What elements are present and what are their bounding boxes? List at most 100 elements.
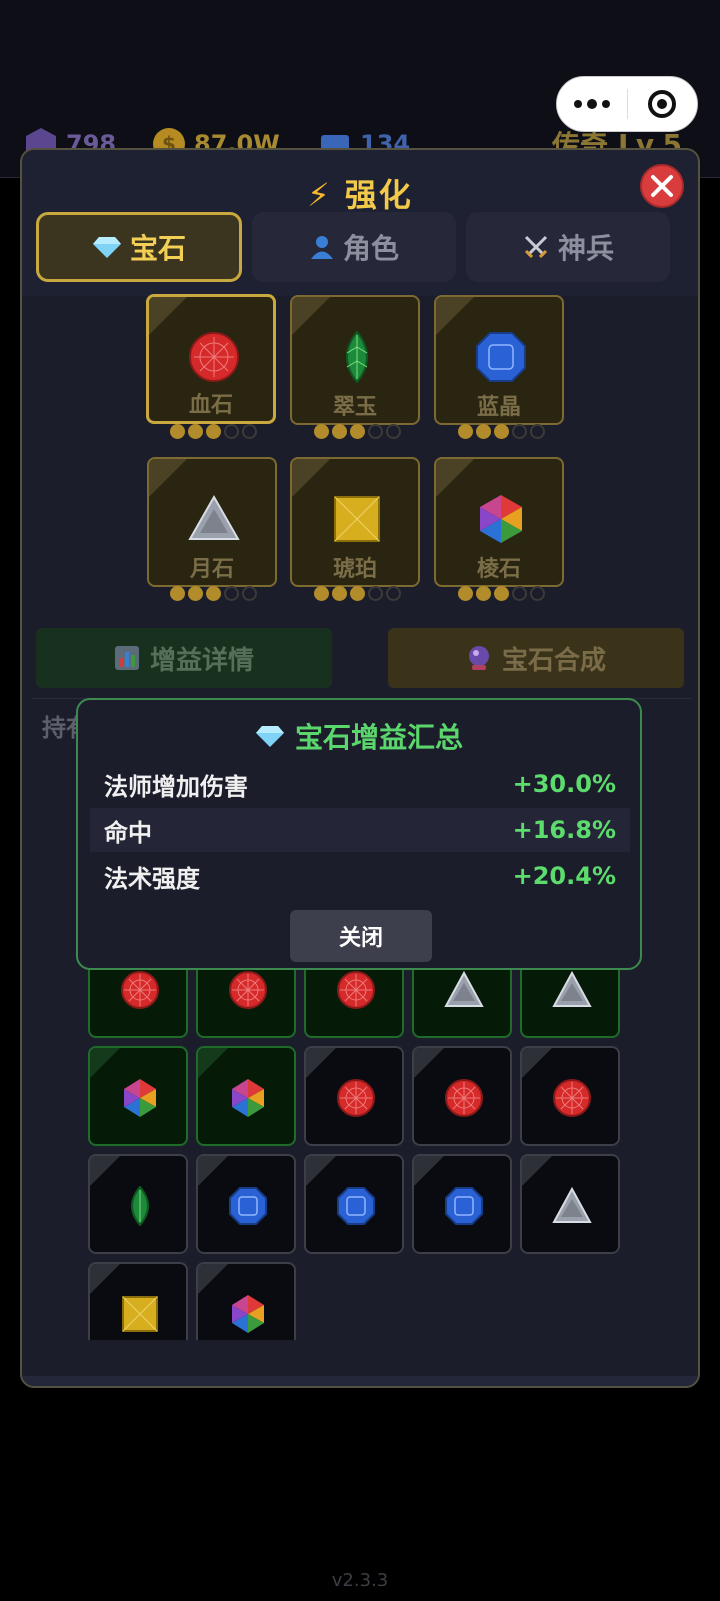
gem-name: 血石 bbox=[188, 393, 233, 418]
prism-icon bbox=[480, 495, 522, 543]
inventory-gem-slot[interactable] bbox=[196, 1046, 296, 1146]
jade-icon bbox=[131, 1186, 149, 1226]
blood-stone-icon bbox=[189, 332, 239, 382]
buff-details-button[interactable]: 增益详情 bbox=[36, 628, 332, 688]
gem-card-amber[interactable]: 琥珀 bbox=[290, 457, 420, 587]
inventory-gem-slot[interactable] bbox=[412, 1046, 512, 1146]
crystal-ball-icon bbox=[468, 646, 489, 670]
slot-corner bbox=[414, 1156, 444, 1186]
stat-value: +20.4% bbox=[512, 862, 616, 890]
tab-character[interactable]: 角色 bbox=[252, 212, 456, 282]
bar-chart-icon bbox=[114, 646, 139, 670]
moonstone-icon bbox=[188, 494, 240, 540]
stat-name: 命中 bbox=[104, 818, 152, 847]
jade-icon bbox=[346, 331, 368, 383]
stat-value: +16.8% bbox=[512, 816, 616, 844]
slot-corner bbox=[522, 1048, 552, 1078]
prism-icon bbox=[232, 1079, 264, 1117]
more-dot bbox=[586, 99, 597, 109]
stat-row: 命中 +16.8% bbox=[90, 808, 630, 852]
gem-card-jade[interactable]: 翠玉 bbox=[290, 295, 420, 425]
card-corner bbox=[149, 459, 187, 497]
slot-corner bbox=[198, 1048, 228, 1078]
target-icon bbox=[648, 90, 677, 118]
gem-name: 月石 bbox=[189, 557, 234, 582]
close-panel-button[interactable] bbox=[640, 164, 684, 208]
more-menu-button[interactable] bbox=[557, 99, 627, 109]
tab-gems[interactable]: 宝石 bbox=[36, 212, 242, 282]
crossed-swords-icon bbox=[524, 235, 548, 259]
gem-level-dots bbox=[148, 424, 278, 439]
amber-icon bbox=[334, 496, 380, 542]
blood-stone-icon bbox=[337, 1079, 375, 1117]
stat-value: +30.0% bbox=[512, 770, 616, 798]
gem-level-dots bbox=[292, 424, 422, 439]
inventory-gem-slot[interactable] bbox=[520, 1046, 620, 1146]
card-corner bbox=[292, 459, 330, 497]
gem-card-prism[interactable]: 棱石 bbox=[434, 457, 564, 587]
gem-name: 蓝晶 bbox=[476, 395, 521, 420]
gem-level-dots bbox=[292, 586, 422, 601]
close-icon bbox=[651, 175, 673, 197]
buff-details-label: 增益详情 bbox=[149, 645, 254, 676]
card-corner bbox=[436, 297, 474, 335]
slot-corner bbox=[90, 1048, 120, 1078]
blood-stone-icon bbox=[121, 971, 159, 1009]
slot-corner bbox=[522, 1156, 552, 1186]
modal-title: 宝石增益汇总 bbox=[78, 716, 640, 756]
inventory-gem-slot[interactable] bbox=[196, 1154, 296, 1254]
moonstone-icon bbox=[552, 970, 592, 1007]
gem-name: 棱石 bbox=[476, 557, 521, 582]
gem-level-dots bbox=[436, 424, 566, 439]
prism-icon bbox=[232, 1295, 264, 1333]
inventory-gem-slot[interactable] bbox=[520, 1154, 620, 1254]
gem-name: 琥珀 bbox=[332, 557, 377, 582]
tab-weapons-label: 神兵 bbox=[557, 232, 614, 265]
gem-card-moonstone[interactable]: 月石 bbox=[147, 457, 277, 587]
lightning-icon: ⚡ bbox=[307, 176, 332, 214]
inventory-gem-slot[interactable] bbox=[304, 1154, 404, 1254]
moonstone-icon bbox=[444, 970, 484, 1007]
panel-title: ⚡ 强化 bbox=[22, 170, 698, 216]
tab-character-label: 角色 bbox=[342, 232, 399, 265]
amber-icon bbox=[122, 1296, 158, 1332]
exit-mini-program-button[interactable] bbox=[628, 90, 698, 118]
panel-title-text: 强化 bbox=[344, 176, 413, 214]
person-icon bbox=[310, 236, 333, 259]
sapphire-icon bbox=[229, 1187, 267, 1225]
modal-close-button[interactable]: 关闭 bbox=[290, 910, 432, 962]
stat-name: 法师增加伤害 bbox=[104, 772, 248, 801]
inventory-gem-slot[interactable] bbox=[88, 1046, 188, 1146]
card-corner bbox=[149, 297, 187, 335]
slot-corner bbox=[90, 1264, 120, 1294]
slot-corner bbox=[90, 1156, 120, 1186]
tab-gems-label: 宝石 bbox=[129, 232, 186, 265]
blood-stone-icon bbox=[553, 1079, 591, 1117]
version-label: v2.3.3 bbox=[331, 1570, 389, 1591]
tab-weapons[interactable]: 神兵 bbox=[466, 212, 670, 282]
blood-stone-icon bbox=[229, 971, 267, 1009]
diamond-icon bbox=[255, 726, 284, 747]
sapphire-icon bbox=[476, 332, 526, 382]
gem-card-blood-stone[interactable]: 血石 bbox=[146, 294, 276, 424]
gem-synthesis-button[interactable]: 宝石合成 bbox=[388, 628, 684, 688]
more-dot bbox=[573, 100, 582, 108]
card-corner bbox=[436, 459, 474, 497]
gem-card-sapphire[interactable]: 蓝晶 bbox=[434, 295, 564, 425]
stat-row: 法术强度 +20.4% bbox=[90, 854, 630, 898]
stat-row: 法师增加伤害 +30.0% bbox=[90, 762, 630, 806]
inventory-gem-slot[interactable] bbox=[88, 1154, 188, 1254]
gem-name: 翠玉 bbox=[332, 395, 377, 420]
slot-corner bbox=[414, 1048, 444, 1078]
card-corner bbox=[292, 297, 330, 335]
gem-buff-summary-modal: 宝石增益汇总 法师增加伤害 +30.0% 命中 +16.8% 法术强度 +20.… bbox=[76, 698, 642, 970]
diamond-icon bbox=[92, 237, 121, 258]
horizontal-scrollbar[interactable] bbox=[22, 1376, 698, 1386]
slot-corner bbox=[306, 1048, 336, 1078]
inventory-gem-slot[interactable] bbox=[304, 1046, 404, 1146]
moonstone-icon bbox=[552, 1186, 592, 1223]
inventory-gem-slot[interactable] bbox=[412, 1154, 512, 1254]
slot-corner bbox=[198, 1156, 228, 1186]
sapphire-icon bbox=[445, 1187, 483, 1225]
sapphire-icon bbox=[337, 1187, 375, 1225]
